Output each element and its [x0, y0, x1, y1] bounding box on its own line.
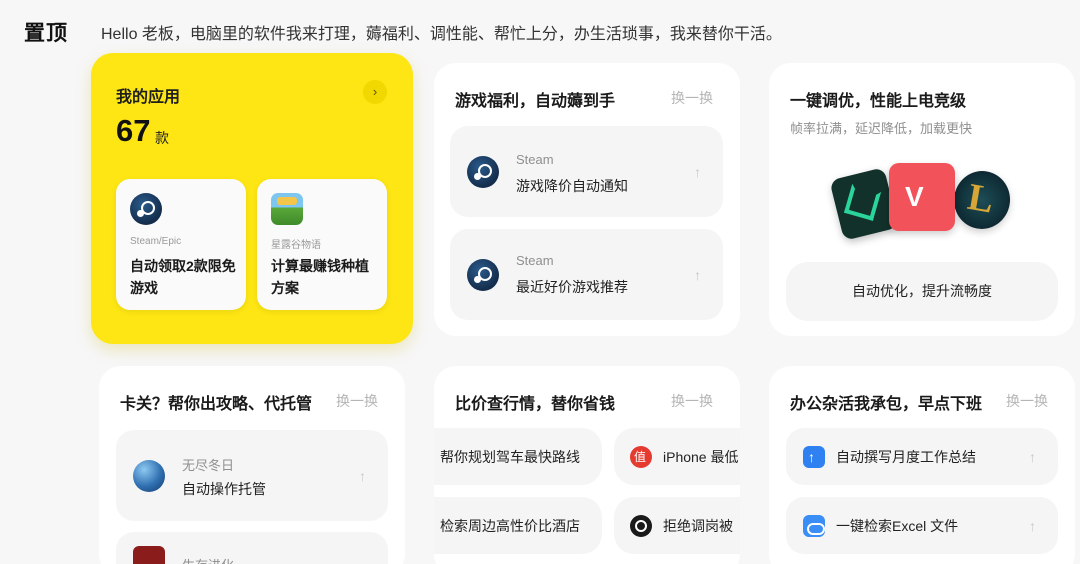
suggestion-pill[interactable]: iPhone 最低 — [614, 428, 740, 485]
card-title: 游戏福利，自动薅到手 — [455, 93, 616, 110]
my-apps-card[interactable]: 我的应用 › 67 款 Steam/Epic 自动领取2款限免游戏 星露谷物语 … — [91, 53, 413, 344]
list-item[interactable]: 无尽冬日 自动操作托管 ↑ — [116, 430, 388, 521]
app-tile-steam[interactable]: Steam/Epic 自动领取2款限免游戏 — [116, 179, 246, 310]
my-apps-title: 我的应用 — [116, 89, 181, 106]
pill-label: 帮你规划驾车最快路线 — [440, 448, 580, 465]
slogan-text: Hello 老板，电脑里的软件我来打理，薅福利、调性能、帮忙上分，办生活琐事，我… — [101, 26, 782, 43]
arrow-up-icon: ↑ — [1029, 448, 1036, 465]
auto-optimize-button[interactable]: 自动优化，提升流畅度 — [786, 262, 1058, 321]
item-label: 一键检索Excel 文件 — [836, 518, 959, 534]
steam-icon — [467, 258, 499, 291]
card-title: 卡关？帮你出攻略、代托管 — [120, 396, 313, 413]
pill-label: 检索周边高性价比酒店 — [440, 517, 580, 534]
game-icons-group: V L — [829, 163, 1015, 243]
item-label: 自动撰写月度工作总结 — [836, 449, 976, 465]
card-title: 办公杂活我承包，早点下班 — [790, 396, 983, 413]
card-title: 一键调优，性能上电竞级 — [790, 93, 967, 110]
list-item[interactable]: 一键检索Excel 文件 ↑ — [786, 497, 1058, 554]
price-compare-card: 比价查行情，替你省钱 换一换 帮你规划驾车最快路线 iPhone 最低 检索周边… — [434, 366, 740, 564]
swap-button[interactable]: 换一换 — [336, 391, 378, 411]
upload-app-icon — [803, 445, 825, 468]
card-subtitle: 帧率拉满，延迟降低，加载更快 — [790, 121, 973, 136]
suggestion-pill[interactable]: 检索周边高性价比酒店 — [434, 497, 602, 554]
list-item[interactable]: 生存进化 — [116, 532, 388, 564]
pill-label: 拒绝调岗被 — [663, 517, 733, 534]
list-item[interactable]: Steam 游戏降价自动通知 ↑ — [450, 126, 723, 217]
app-tile-stardew[interactable]: 星露谷物语 计算最赚钱种植方案 — [257, 179, 387, 310]
page-title: 置顶 — [24, 22, 68, 45]
valorant-icon: V — [889, 163, 955, 231]
stardew-valley-icon — [271, 193, 303, 225]
swap-button[interactable]: 换一换 — [671, 391, 713, 411]
app-tile-label: 自动领取2款限免游戏 — [130, 258, 236, 296]
item-source: Steam — [516, 152, 554, 167]
item-label: 最近好价游戏推荐 — [516, 279, 628, 295]
game-icon — [133, 546, 165, 564]
smzdm-icon — [630, 445, 652, 468]
search-app-icon — [630, 514, 652, 537]
steam-icon — [130, 193, 162, 225]
game-deals-card: 游戏福利，自动薅到手 换一换 Steam 游戏降价自动通知 ↑ Steam 最近… — [434, 63, 740, 336]
office-card: 办公杂活我承包，早点下班 换一换 自动撰写月度工作总结 ↑ 一键检索Excel … — [769, 366, 1075, 564]
swap-button[interactable]: 换一换 — [1006, 391, 1048, 411]
app-tile-source: Steam/Epic — [130, 236, 182, 247]
arrow-up-icon: ↑ — [359, 467, 366, 484]
app-tile-label: 计算最赚钱种植方案 — [271, 258, 369, 296]
cloud-drive-icon — [803, 514, 825, 537]
swap-button[interactable]: 换一换 — [671, 88, 713, 108]
suggestion-pill[interactable]: 帮你规划驾车最快路线 — [434, 428, 602, 485]
app-count-unit: 款 — [155, 130, 169, 146]
item-label: 游戏降价自动通知 — [516, 178, 628, 194]
pill-label: iPhone 最低 — [663, 448, 739, 465]
item-source: 生存进化 — [182, 555, 234, 564]
arrow-up-icon: ↑ — [694, 266, 701, 283]
app-count: 67 — [116, 113, 151, 148]
card-title: 比价查行情，替你省钱 — [455, 396, 616, 413]
app-tile-source: 星露谷物语 — [271, 240, 321, 251]
arrow-up-icon: ↑ — [1029, 517, 1036, 534]
item-label: 自动操作托管 — [182, 481, 266, 497]
steam-icon — [467, 155, 499, 188]
top-header: 置顶 Hello 老板，电脑里的软件我来打理，薅福利、调性能、帮忙上分，办生活琐… — [0, 0, 1080, 60]
league-of-legends-icon: L — [949, 166, 1015, 234]
arrow-up-icon: ↑ — [694, 163, 701, 180]
list-item[interactable]: Steam 最近好价游戏推荐 ↑ — [450, 229, 723, 320]
chevron-right-icon[interactable]: › — [363, 80, 387, 104]
item-source: Steam — [516, 253, 554, 268]
whiteout-survival-icon — [133, 459, 165, 492]
item-source: 无尽冬日 — [182, 458, 235, 473]
stuck-card: 卡关？帮你出攻略、代托管 换一换 无尽冬日 自动操作托管 ↑ 生存进化 — [99, 366, 405, 564]
list-item[interactable]: 自动撰写月度工作总结 ↑ — [786, 428, 1058, 485]
suggestion-pill[interactable]: 拒绝调岗被 — [614, 497, 740, 554]
